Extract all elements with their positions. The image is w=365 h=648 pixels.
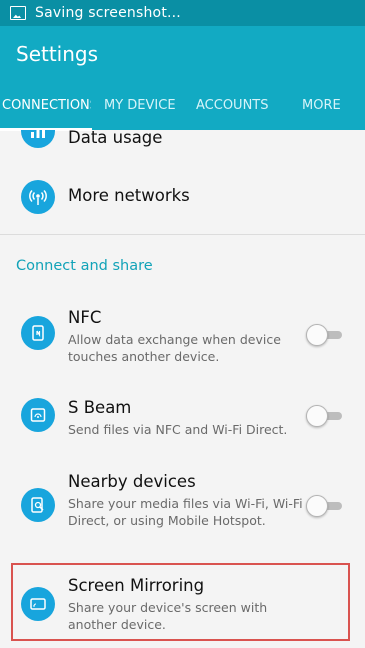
nfc-toggle[interactable] [306, 324, 344, 346]
s-beam-item[interactable]: S Beam Send files via NFC and Wi-Fi Dire… [0, 392, 365, 448]
highlight-box [11, 563, 350, 641]
status-bar: Saving screenshot... [0, 0, 365, 26]
tab-connections[interactable]: CONNECTIONS [2, 97, 91, 131]
app-bar: Settings CONNECTIONS MY DEVICE ACCOUNTS … [0, 26, 365, 131]
tab-bar: CONNECTIONS MY DEVICE ACCOUNTS MORE [0, 96, 365, 130]
nfc-title: NFC [68, 308, 102, 327]
s-beam-icon [21, 398, 55, 432]
data-usage-item[interactable]: Data usage [0, 130, 365, 170]
tab-more[interactable]: MORE [302, 97, 341, 131]
tab-my-device[interactable]: MY DEVICE [104, 97, 176, 131]
nearby-devices-title: Nearby devices [68, 472, 196, 491]
section-header-connect-share: Connect and share [16, 258, 153, 274]
nfc-item[interactable]: NFC Allow data exchange when device touc… [0, 302, 365, 368]
nfc-subtitle: Allow data exchange when device touches … [68, 332, 281, 364]
toggle-knob [306, 495, 328, 517]
screenshot-icon [10, 6, 26, 20]
data-usage-title: Data usage [68, 130, 163, 147]
s-beam-toggle[interactable] [306, 405, 344, 427]
nearby-devices-toggle[interactable] [306, 495, 344, 517]
signal-tower-icon [21, 180, 55, 214]
toggle-knob [306, 405, 328, 427]
nfc-icon [21, 316, 55, 350]
bar-chart-icon [21, 130, 55, 148]
s-beam-title: S Beam [68, 398, 132, 417]
toggle-knob [306, 324, 328, 346]
section-divider [0, 234, 365, 235]
nearby-devices-subtitle: Share your media files via Wi-Fi, Wi-Fi … [68, 496, 303, 528]
more-networks-item[interactable]: More networks [0, 170, 365, 226]
more-networks-title: More networks [68, 186, 190, 205]
tab-accounts[interactable]: ACCOUNTS [196, 97, 268, 131]
settings-list[interactable]: Data usage More networks Connect and sha… [0, 130, 365, 648]
s-beam-subtitle: Send files via NFC and Wi-Fi Direct. [68, 422, 288, 437]
nearby-devices-icon [21, 488, 55, 522]
nearby-devices-item[interactable]: Nearby devices Share your media files vi… [0, 466, 365, 546]
status-notification-text: Saving screenshot... [35, 5, 181, 21]
page-title: Settings [16, 42, 99, 66]
